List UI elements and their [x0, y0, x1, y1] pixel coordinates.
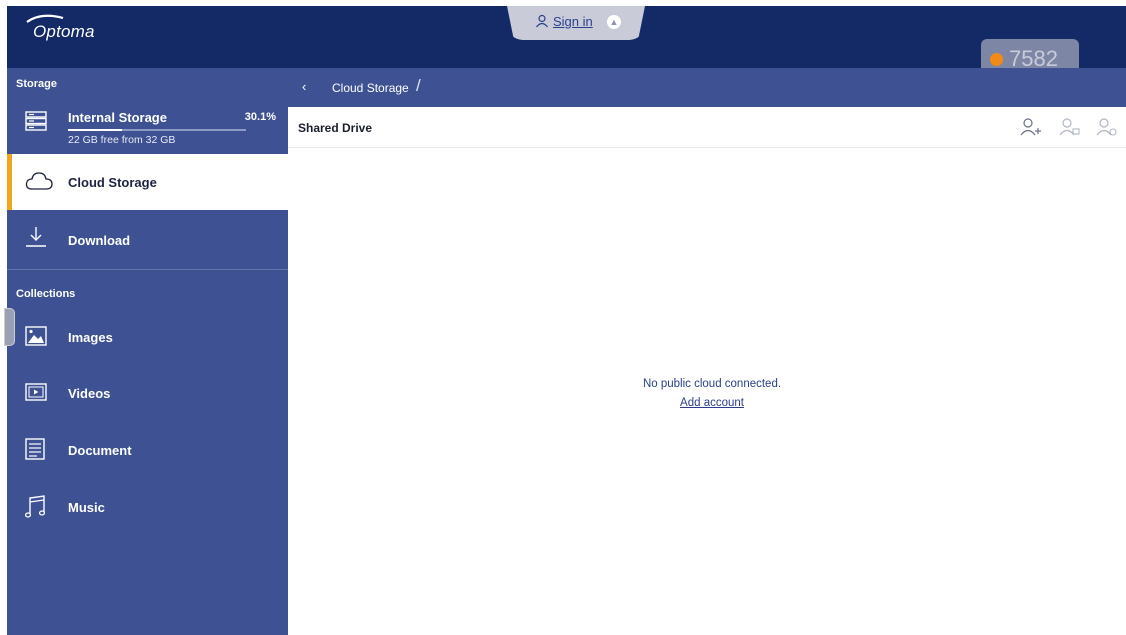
image-icon — [25, 326, 47, 346]
sidebar: Storage Internal Storage 30.1% 22 GB fre… — [7, 68, 288, 635]
remove-user-icon[interactable] — [1096, 117, 1118, 137]
add-account-link[interactable]: Add account — [288, 397, 1126, 409]
edit-user-icon[interactable] — [1059, 117, 1081, 137]
sidebar-item-music[interactable]: Music — [7, 478, 288, 535]
sidebar-item-videos[interactable]: Videos — [7, 364, 288, 421]
sign-in-tab[interactable]: Sign in ▲ — [507, 6, 645, 40]
shared-drive-header: Shared Drive — [288, 107, 1126, 148]
sidebar-divider — [7, 269, 288, 270]
music-label: Music — [68, 500, 105, 515]
sidebar-item-download[interactable]: Download — [7, 210, 288, 268]
cloud-storage-label: Cloud Storage — [68, 175, 157, 190]
add-user-icon[interactable] — [1020, 117, 1042, 137]
active-indicator — [7, 154, 12, 210]
cloud-icon — [25, 172, 53, 190]
storage-percent: 30.1% — [244, 111, 276, 123]
user-icon — [536, 14, 548, 28]
sidebar-item-document[interactable]: Document — [7, 421, 288, 478]
collections-section-title: Collections — [16, 288, 76, 300]
sidebar-item-internal-storage[interactable]: Internal Storage 30.1% 22 GB free from 3… — [7, 68, 288, 154]
breadcrumb-separator: / — [416, 76, 421, 95]
status-dot — [990, 53, 1003, 66]
shared-drive-title: Shared Drive — [298, 121, 373, 135]
sidebar-item-images[interactable]: Images — [7, 308, 288, 364]
top-bar: Optoma Sign in ▲ 7582 — [7, 6, 1126, 77]
storage-usage-fill — [68, 129, 122, 131]
breadcrumb: ‹ Cloud Storage / — [288, 68, 1126, 107]
document-label: Document — [68, 443, 132, 458]
images-label: Images — [68, 330, 113, 345]
storage-usage-bar — [68, 129, 246, 131]
internal-storage-label: Internal Storage — [68, 110, 167, 125]
hard-drive-icon — [25, 111, 47, 131]
sidebar-collapse-handle[interactable] — [4, 308, 15, 346]
empty-state-message: No public cloud connected. — [642, 378, 782, 390]
download-label: Download — [68, 233, 131, 248]
optoma-logo: Optoma — [33, 22, 95, 41]
main-content: Shared Drive No public cloud connected. … — [288, 107, 1126, 635]
storage-free-text: 22 GB free from 32 GB — [68, 134, 176, 146]
video-icon — [25, 383, 47, 401]
sign-in-label[interactable]: Sign in — [553, 14, 593, 29]
download-icon — [26, 227, 46, 247]
chevron-up-icon[interactable]: ▲ — [607, 15, 621, 29]
videos-label: Videos — [68, 386, 111, 401]
document-icon — [25, 438, 45, 460]
back-chevron-icon[interactable]: ‹ — [302, 79, 306, 94]
sidebar-item-cloud-storage[interactable]: Cloud Storage — [7, 154, 288, 210]
music-icon — [25, 495, 46, 518]
breadcrumb-cloud-storage[interactable]: Cloud Storage — [332, 81, 409, 95]
